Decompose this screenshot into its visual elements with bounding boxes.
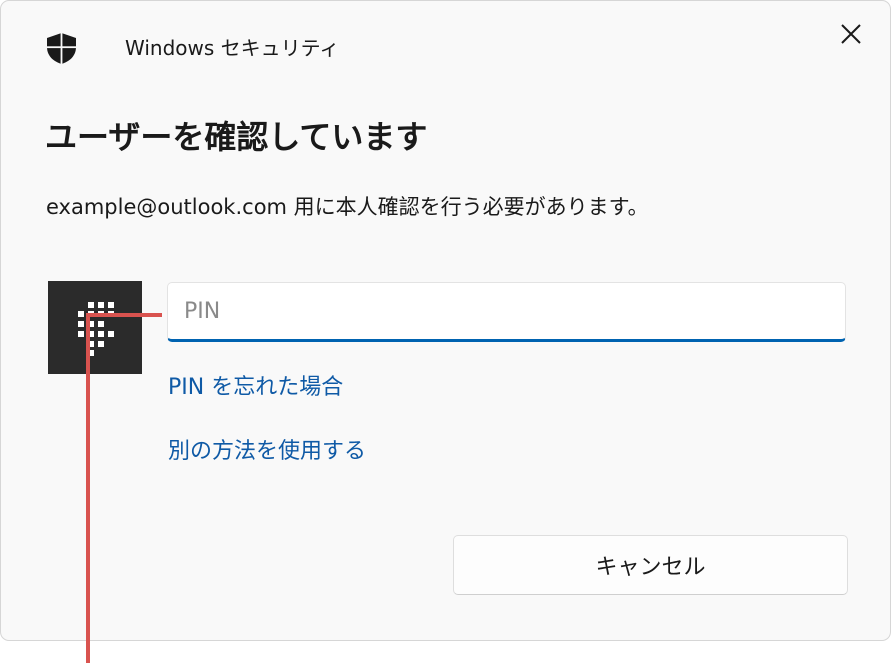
shield-icon: [47, 33, 76, 64]
app-title: Windows セキュリティ: [125, 36, 340, 60]
pin-keypad-tile: [48, 281, 142, 374]
cancel-button[interactable]: キャンセル: [453, 535, 848, 595]
close-icon: [841, 24, 861, 44]
pin-keypad-icon: [78, 302, 114, 356]
forgot-pin-link[interactable]: PIN を忘れた場合: [168, 372, 343, 404]
other-method-link[interactable]: 別の方法を使用する: [168, 436, 366, 468]
close-button[interactable]: [832, 15, 870, 53]
account-description: example@outlook.com 用に本人確認を行う必要があります。: [46, 195, 649, 219]
pin-input[interactable]: [167, 282, 846, 342]
security-dialog: Windows セキュリティ ユーザーを確認しています example@outl…: [0, 0, 891, 641]
page-title: ユーザーを確認しています: [45, 118, 428, 156]
